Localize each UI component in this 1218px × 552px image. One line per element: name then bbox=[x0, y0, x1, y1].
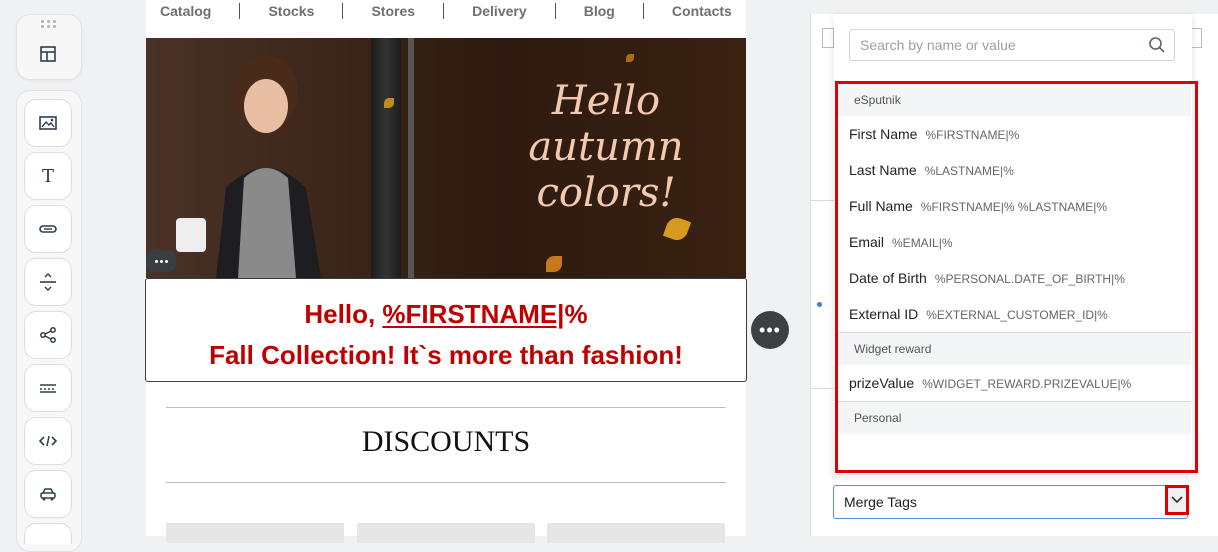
code-icon bbox=[38, 435, 58, 447]
divider-line bbox=[166, 407, 726, 408]
toolbar-top-panel bbox=[16, 14, 82, 80]
nav-link-contacts[interactable]: Contacts bbox=[672, 3, 732, 19]
button-icon bbox=[39, 225, 57, 233]
block-drag-handle[interactable] bbox=[146, 250, 176, 272]
email-nav-menu: Catalog Stocks Stores Delivery Blog Cont… bbox=[146, 0, 746, 22]
woman-figure-image bbox=[176, 55, 321, 278]
close-icon[interactable] bbox=[822, 28, 834, 48]
autumn-leaf-decor bbox=[384, 98, 394, 108]
nav-separator bbox=[554, 3, 556, 19]
nav-link-stores[interactable]: Stores bbox=[371, 3, 415, 19]
door-frame-decor bbox=[371, 38, 401, 278]
collection-line: Fall Collection! It`s more than fashion! bbox=[209, 340, 683, 370]
autumn-leaf-decor bbox=[626, 54, 634, 62]
chevron-down-icon bbox=[1171, 496, 1183, 504]
status-dot bbox=[817, 302, 822, 307]
product-card[interactable] bbox=[547, 523, 725, 543]
nav-link-blog[interactable]: Blog bbox=[584, 3, 615, 19]
product-card[interactable] bbox=[166, 523, 344, 543]
merge-tags-select[interactable]: Merge Tags bbox=[833, 485, 1189, 519]
door-frame-decor bbox=[408, 38, 414, 278]
social-icon bbox=[40, 327, 56, 343]
layout-icon[interactable] bbox=[25, 31, 71, 77]
divider-block-button[interactable] bbox=[24, 364, 72, 412]
autumn-leaf-decor bbox=[546, 256, 562, 272]
spacer-icon bbox=[40, 273, 56, 291]
dropdown-toggle-button[interactable] bbox=[1165, 485, 1189, 515]
html-block-button[interactable] bbox=[24, 417, 72, 465]
drag-grip-icon[interactable] bbox=[41, 20, 57, 28]
greeting-text-block[interactable]: Hello, %FIRSTNAME|% Fall Collection! It`… bbox=[145, 278, 747, 382]
autumn-leaf-decor bbox=[662, 214, 692, 244]
more-options-button[interactable]: ••• bbox=[751, 311, 789, 349]
nav-link-delivery[interactable]: Delivery bbox=[472, 3, 526, 19]
image-icon bbox=[39, 116, 57, 130]
more-blocks-button[interactable] bbox=[24, 523, 72, 544]
hero-headline: Hello autumn colors! bbox=[528, 78, 684, 216]
firstname-merge-tag[interactable]: %FIRSTNAME| bbox=[382, 299, 564, 329]
text-block-button[interactable]: T bbox=[24, 152, 72, 200]
select-label: Merge Tags bbox=[844, 494, 917, 510]
section-title: DISCOUNTS bbox=[361, 425, 531, 458]
nav-link-stocks[interactable]: Stocks bbox=[268, 3, 314, 19]
hero-banner-image[interactable]: Hello autumn colors! bbox=[146, 38, 746, 278]
text-icon: T bbox=[41, 165, 54, 187]
product-block-button[interactable] bbox=[24, 470, 72, 518]
ellipsis-icon: ••• bbox=[759, 319, 781, 340]
nav-separator bbox=[342, 3, 344, 19]
button-block-button[interactable] bbox=[24, 205, 72, 253]
nav-separator bbox=[443, 3, 445, 19]
divider-line bbox=[166, 482, 726, 483]
image-block-button[interactable] bbox=[24, 99, 72, 147]
social-block-button[interactable] bbox=[24, 311, 72, 359]
nav-link-catalog[interactable]: Catalog bbox=[160, 3, 211, 19]
merge-tag-search-input[interactable]: Search by name or value bbox=[849, 29, 1175, 61]
nav-separator bbox=[642, 3, 644, 19]
product-card[interactable] bbox=[357, 523, 535, 543]
divider-icon bbox=[40, 384, 56, 393]
search-icon[interactable] bbox=[1148, 36, 1166, 54]
greeting-line: Hello, %FIRSTNAME|% bbox=[304, 299, 588, 329]
spacer-block-button[interactable] bbox=[24, 258, 72, 306]
car-icon bbox=[40, 488, 56, 501]
search-placeholder: Search by name or value bbox=[860, 37, 1016, 53]
nav-separator bbox=[239, 3, 241, 19]
highlight-box bbox=[835, 81, 1198, 473]
